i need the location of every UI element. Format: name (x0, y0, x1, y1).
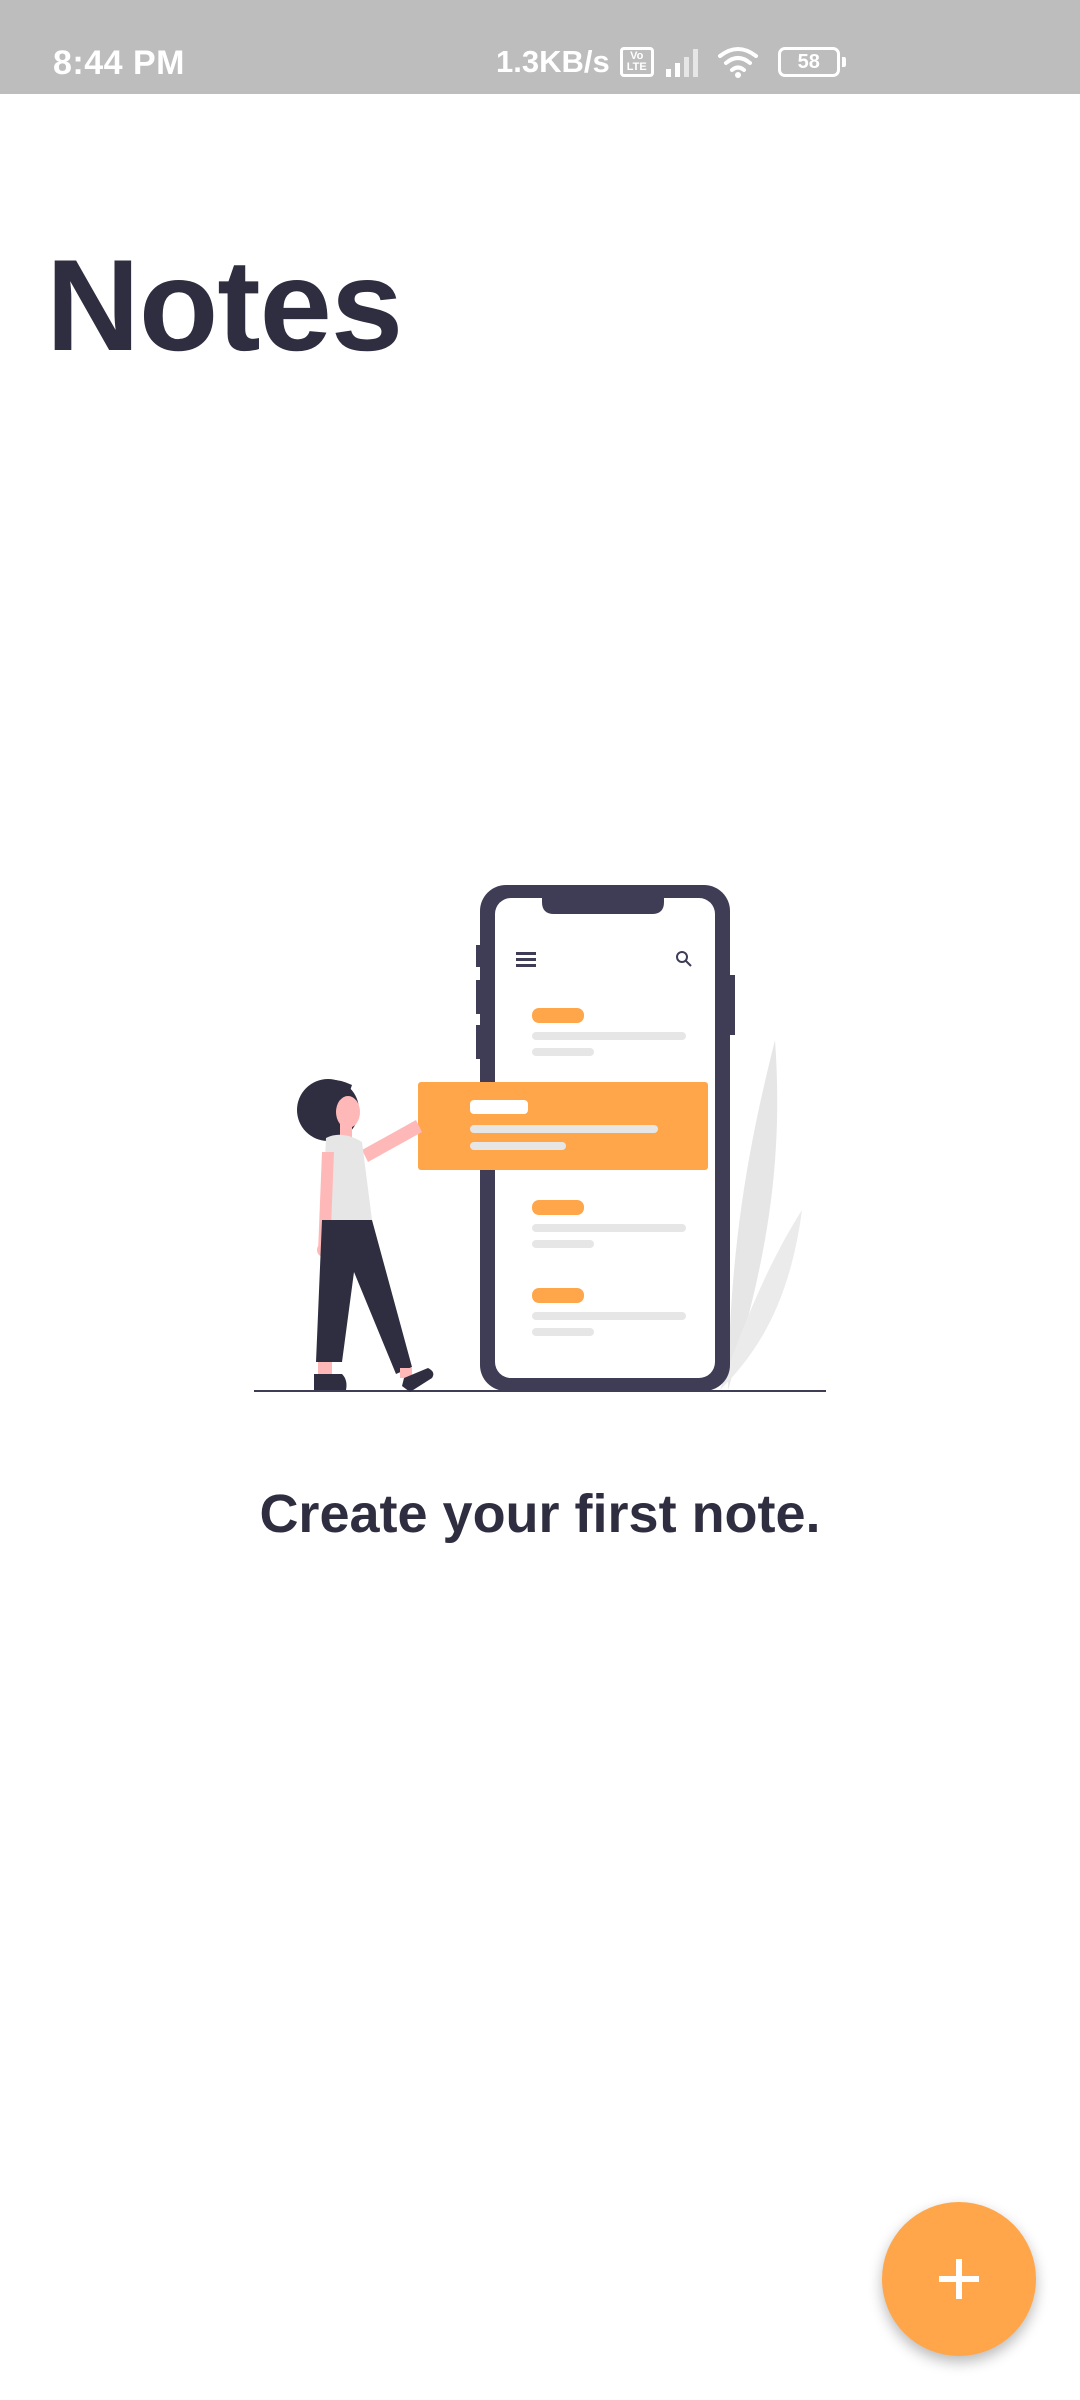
volte-icon: Vo LTE (619, 47, 654, 77)
wifi-icon (717, 47, 758, 78)
empty-state-illustration (250, 880, 830, 1400)
network-speed: 1.3KB/s (496, 44, 610, 79)
status-time: 8:44 PM (53, 44, 185, 82)
page-title: Notes (46, 232, 403, 378)
plus-icon (939, 2259, 979, 2299)
battery-icon: 58 (777, 47, 846, 77)
status-indicators: 1.3KB/s Vo LTE 58 (496, 40, 846, 84)
status-bar: 8:44 PM 1.3KB/s Vo LTE 58 (0, 0, 1080, 94)
signal-icon (665, 49, 698, 77)
add-note-button[interactable] (882, 2202, 1036, 2356)
empty-state-message: Create your first note. (259, 1484, 821, 1544)
person-with-phone-notes-illustration (254, 885, 826, 1392)
